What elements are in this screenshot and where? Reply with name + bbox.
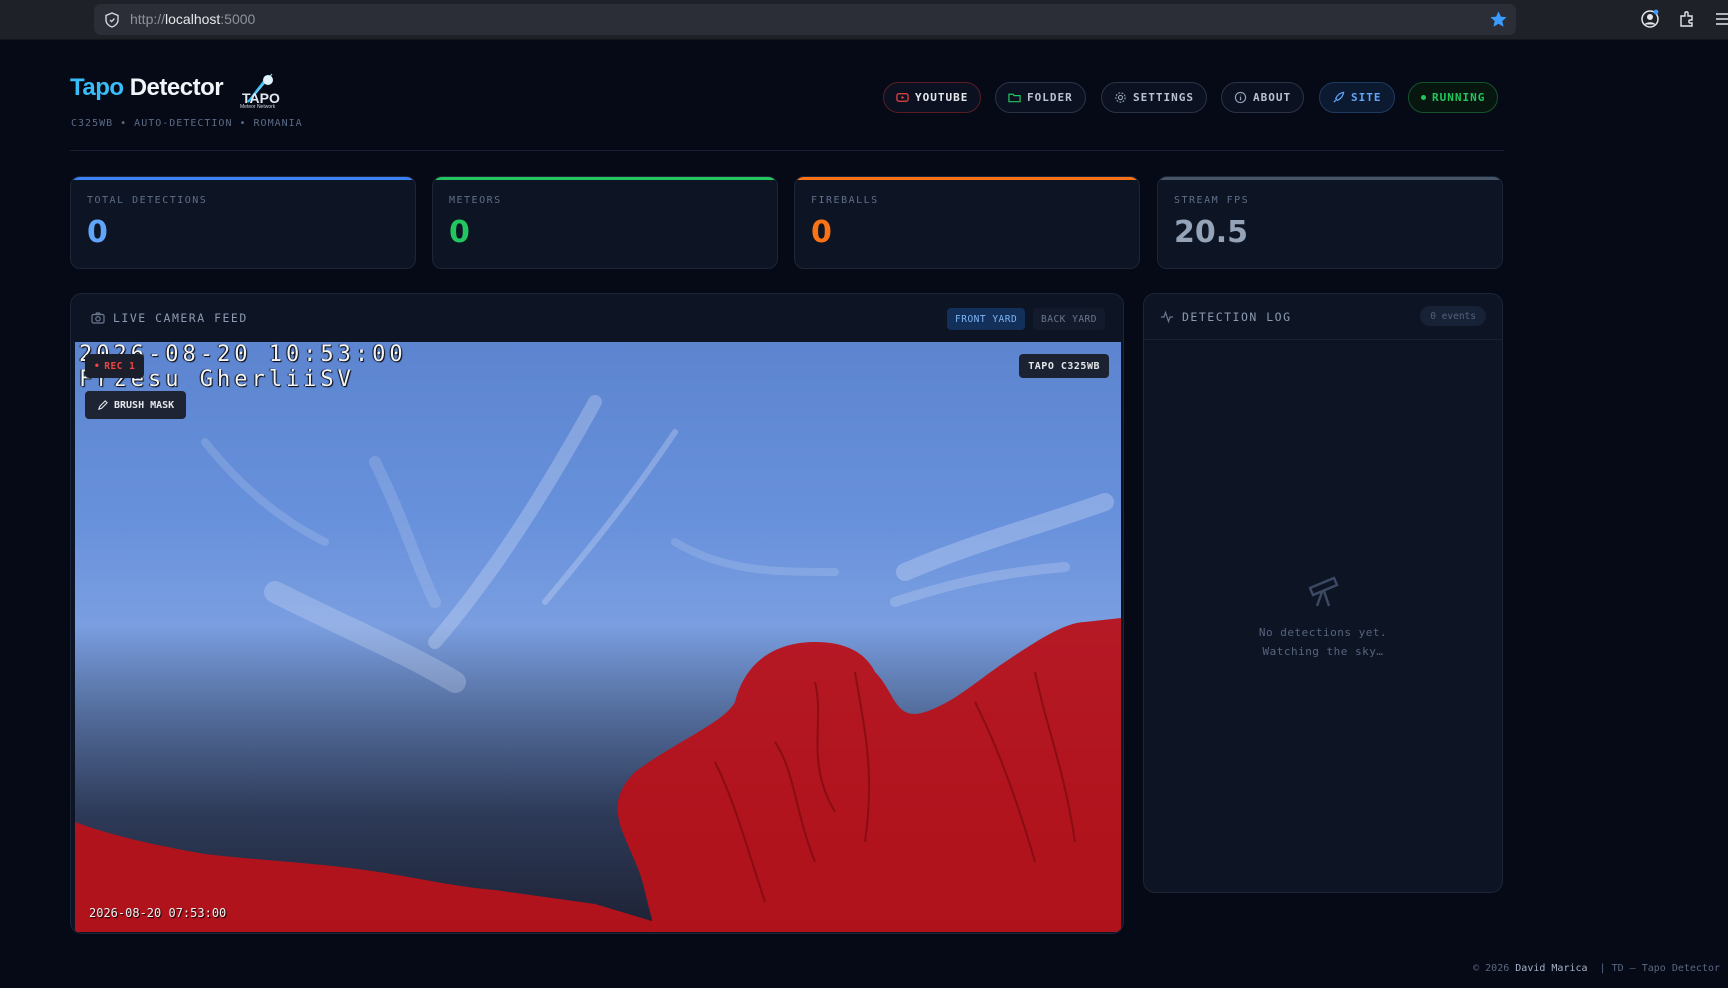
camera-panel: LIVE CAMERA FEED FRONT YARD BACK YARD 20… [70,293,1124,934]
extensions-icon[interactable] [1677,9,1697,29]
bookmark-star-icon[interactable] [1489,10,1508,29]
shield-icon[interactable] [104,12,120,28]
feed-timestamp: 2026-08-20 07:53:00 [89,906,227,920]
brush-mask-label: BRUSH MASK [114,399,175,411]
address-bar[interactable]: http://localhost:5000 [94,4,1516,35]
about-label: ABOUT [1253,91,1292,104]
header-subtitle: C325WB • AUTO-DETECTION • ROMANIA [71,118,303,129]
tab-back-yard[interactable]: BACK YARD [1033,308,1105,330]
stat-accent [71,177,415,180]
camera-feed[interactable]: 2026-08-20 10:53:00 Frzesu GherliiSV • RE… [75,342,1121,932]
empty-state-line1: No detections yet. [1258,626,1388,639]
settings-button[interactable]: SETTINGS [1101,82,1207,113]
account-icon[interactable] [1640,9,1660,29]
url-text: http://localhost:5000 [130,11,256,27]
header-divider [70,150,1504,151]
youtube-label: YOUTUBE [915,91,969,104]
rec-label: REC 1 [104,360,136,372]
brush-mask-button[interactable]: BRUSH MASK [85,391,187,419]
footer: © 2026 David Marica | TD — Tapo Detector [1473,963,1720,974]
stat-label: METEORS [449,195,502,206]
status-label: RUNNING [1432,91,1486,104]
youtube-button[interactable]: YOUTUBE [883,82,982,113]
stat-meteors: METEORS 0 [432,176,778,269]
brush-icon [97,399,108,410]
footer-copyright: © 2026 [1473,963,1510,974]
camera-panel-title: LIVE CAMERA FEED [113,311,248,325]
browser-toolbar: http://localhost:5000 [0,0,1728,40]
stat-accent [1158,177,1502,180]
stat-label: FIREBALLS [811,195,879,206]
stat-accent [795,177,1139,180]
sky-scene [75,395,1121,932]
stat-label: TOTAL DETECTIONS [87,195,208,206]
rec-badge: • REC 1 [85,354,145,378]
activity-icon [1161,310,1173,324]
settings-label: SETTINGS [1133,91,1194,104]
logo-subtext: Meteor Network [240,104,276,110]
app-title: Tapo Detector [70,74,224,101]
camera-panel-header: LIVE CAMERA FEED FRONT YARD BACK YARD [71,294,1123,342]
site-button[interactable]: SITE [1319,82,1395,113]
camera-icon [91,312,105,324]
detection-log-header: DETECTION LOG 0 events [1144,294,1502,340]
folder-label: FOLDER [1027,91,1073,104]
stat-label: STREAM FPS [1174,195,1250,206]
folder-button[interactable]: FOLDER [995,82,1086,113]
footer-app-name: | TD — Tapo Detector [1599,963,1720,974]
stat-value: 0 [811,215,832,250]
youtube-icon [896,93,909,102]
stat-value: 0 [449,215,470,250]
status-badge: RUNNING [1408,82,1499,113]
stat-fireballs: FIREBALLS 0 [794,176,1140,269]
site-label: SITE [1351,91,1382,104]
stat-stream-fps: STREAM FPS 20.5 [1157,176,1503,269]
folder-icon [1008,93,1021,103]
empty-state-line2: Watching the sky… [1262,645,1384,658]
gear-icon [1115,92,1126,103]
tab-front-yard[interactable]: FRONT YARD [947,308,1026,330]
menu-icon[interactable] [1712,9,1728,29]
rocket-icon [1333,91,1345,103]
status-dot-icon [1421,95,1426,100]
stat-accent [433,177,777,180]
info-icon [1234,91,1247,104]
camera-model-badge: TAPO C325WB [1019,354,1109,378]
stat-value: 0 [87,215,108,250]
stat-value: 20.5 [1174,215,1249,250]
telescope-icon [1308,576,1339,607]
event-count-badge: 0 events [1420,306,1486,326]
stat-total-detections: TOTAL DETECTIONS 0 [70,176,416,269]
detection-log-panel: DETECTION LOG 0 events No detections yet… [1143,293,1503,893]
footer-author[interactable]: David Marica [1515,963,1587,974]
about-button[interactable]: ABOUT [1221,82,1305,113]
detection-log-title: DETECTION LOG [1182,310,1292,324]
